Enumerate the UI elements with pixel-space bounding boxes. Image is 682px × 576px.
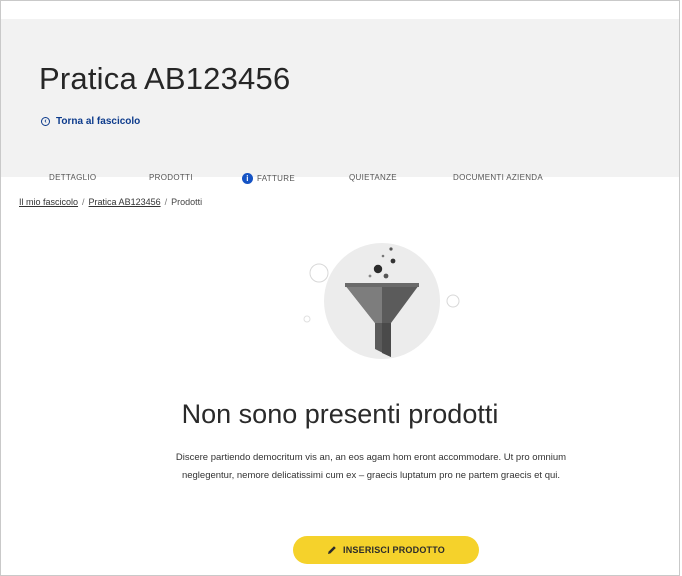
- breadcrumb-current: Prodotti: [171, 197, 203, 207]
- insert-product-label: INSERISCI PRODOTTO: [343, 545, 445, 555]
- breadcrumb-link-fascicolo[interactable]: Il mio fascicolo: [19, 197, 78, 207]
- breadcrumb-link-pratica[interactable]: Pratica AB123456: [89, 197, 161, 207]
- breadcrumb-separator: /: [164, 197, 168, 207]
- breadcrumb-separator: /: [82, 197, 85, 207]
- empty-state-title: Non sono presenti prodotti: [181, 399, 499, 429]
- page-header: Pratica AB123456 ‹ Torna al fascicolo DE…: [1, 19, 679, 184]
- tab-fatture[interactable]: i FATTURE: [242, 173, 295, 184]
- page-frame: Pratica AB123456 ‹ Torna al fascicolo DE…: [0, 0, 680, 576]
- tab-dettaglio[interactable]: DETTAGLIO: [49, 173, 96, 182]
- back-link-label: Torna al fascicolo: [56, 116, 141, 127]
- insert-product-button[interactable]: INSERISCI PRODOTTO: [293, 536, 479, 564]
- empty-state-description: Discere partiendo democritum vis an, an …: [175, 452, 567, 481]
- tab-quietanze[interactable]: QUIETANZE: [349, 173, 397, 182]
- tab-documenti-azienda[interactable]: DOCUMENTI AZIENDA: [453, 173, 543, 182]
- funnel-icon: [303, 243, 460, 359]
- tab-bar: DETTAGLIO PRODOTTI i FATTURE QUIETANZE D…: [1, 165, 679, 195]
- breadcrumb: Il mio fascicolo / Pratica AB123456 / Pr…: [19, 197, 202, 207]
- tab-prodotti[interactable]: PRODOTTI: [149, 173, 193, 182]
- page-title: Pratica AB123456: [39, 61, 291, 96]
- info-icon: i: [242, 173, 253, 184]
- chevron-left-icon: ‹: [41, 117, 50, 126]
- pencil-icon: [328, 546, 336, 554]
- back-to-dossier-link[interactable]: ‹ Torna al fascicolo: [41, 116, 140, 127]
